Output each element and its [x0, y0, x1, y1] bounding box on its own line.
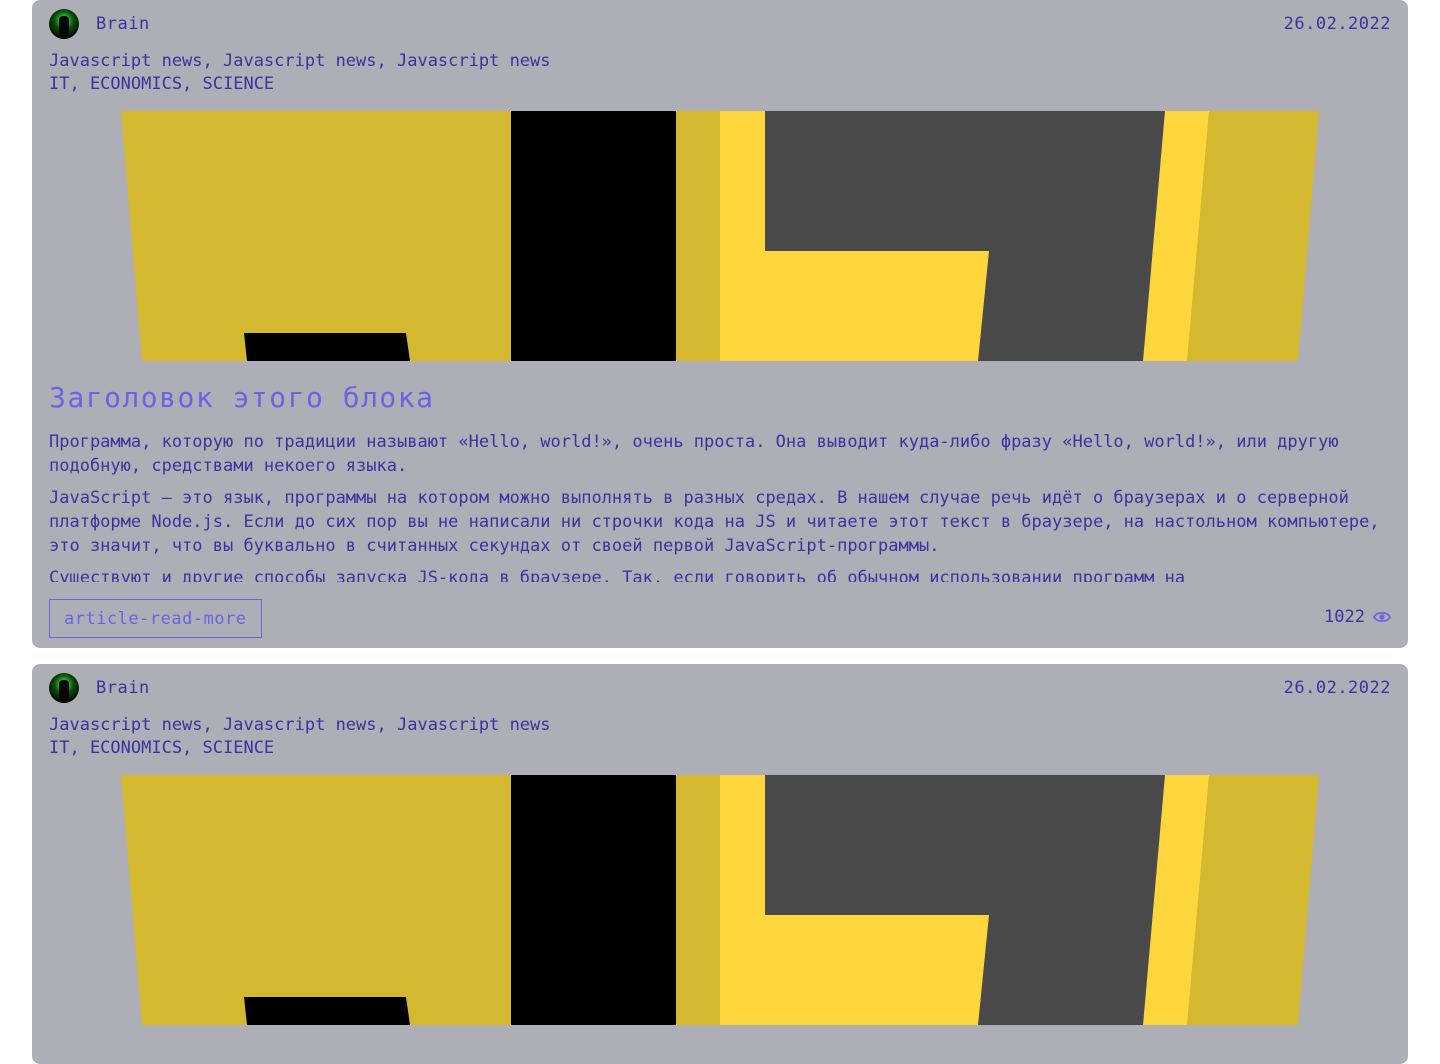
view-count-value: 1022: [1324, 607, 1365, 627]
article-header: Brain 26.02.2022: [49, 8, 1391, 40]
publish-date: 26.02.2022: [1283, 678, 1391, 698]
article-cover-image: [121, 775, 1319, 1025]
avatar-icon[interactable]: [49, 9, 79, 39]
article-tags: Javascript news, Javascript news, Javasc…: [49, 715, 551, 735]
eye-icon: [1373, 611, 1391, 623]
article-card: Brain 26.02.2022 Javascript news, Javasc…: [32, 664, 1408, 1064]
article-excerpt: Программа, которую по традиции называют …: [49, 430, 1391, 582]
author-name[interactable]: Brain: [96, 14, 150, 34]
article-cover-image: [121, 111, 1319, 361]
article-card: Brain 26.02.2022 Javascript news, Javasc…: [32, 0, 1408, 648]
article-categories: IT, ECONOMICS, SCIENCE: [49, 738, 275, 758]
article-feed: Brain 26.02.2022 Javascript news, Javasc…: [0, 0, 1440, 1064]
article-title[interactable]: Заголовок этого блока: [49, 381, 435, 414]
article-paragraph: JavaScript — это язык, программы на кото…: [49, 488, 1380, 556]
article-tags: Javascript news, Javascript news, Javasc…: [49, 51, 551, 71]
publish-date: 26.02.2022: [1283, 14, 1391, 34]
article-categories: IT, ECONOMICS, SCIENCE: [49, 74, 275, 94]
author-name[interactable]: Brain: [96, 678, 150, 698]
article-paragraph: Программа, которую по традиции называют …: [49, 432, 1339, 476]
article-paragraph: Существуют и другие способы запуска JS-к…: [49, 568, 1186, 582]
view-count: 1022: [1324, 607, 1391, 627]
read-more-button[interactable]: article-read-more: [49, 599, 262, 638]
article-header: Brain 26.02.2022: [49, 672, 1391, 704]
avatar-icon[interactable]: [49, 673, 79, 703]
